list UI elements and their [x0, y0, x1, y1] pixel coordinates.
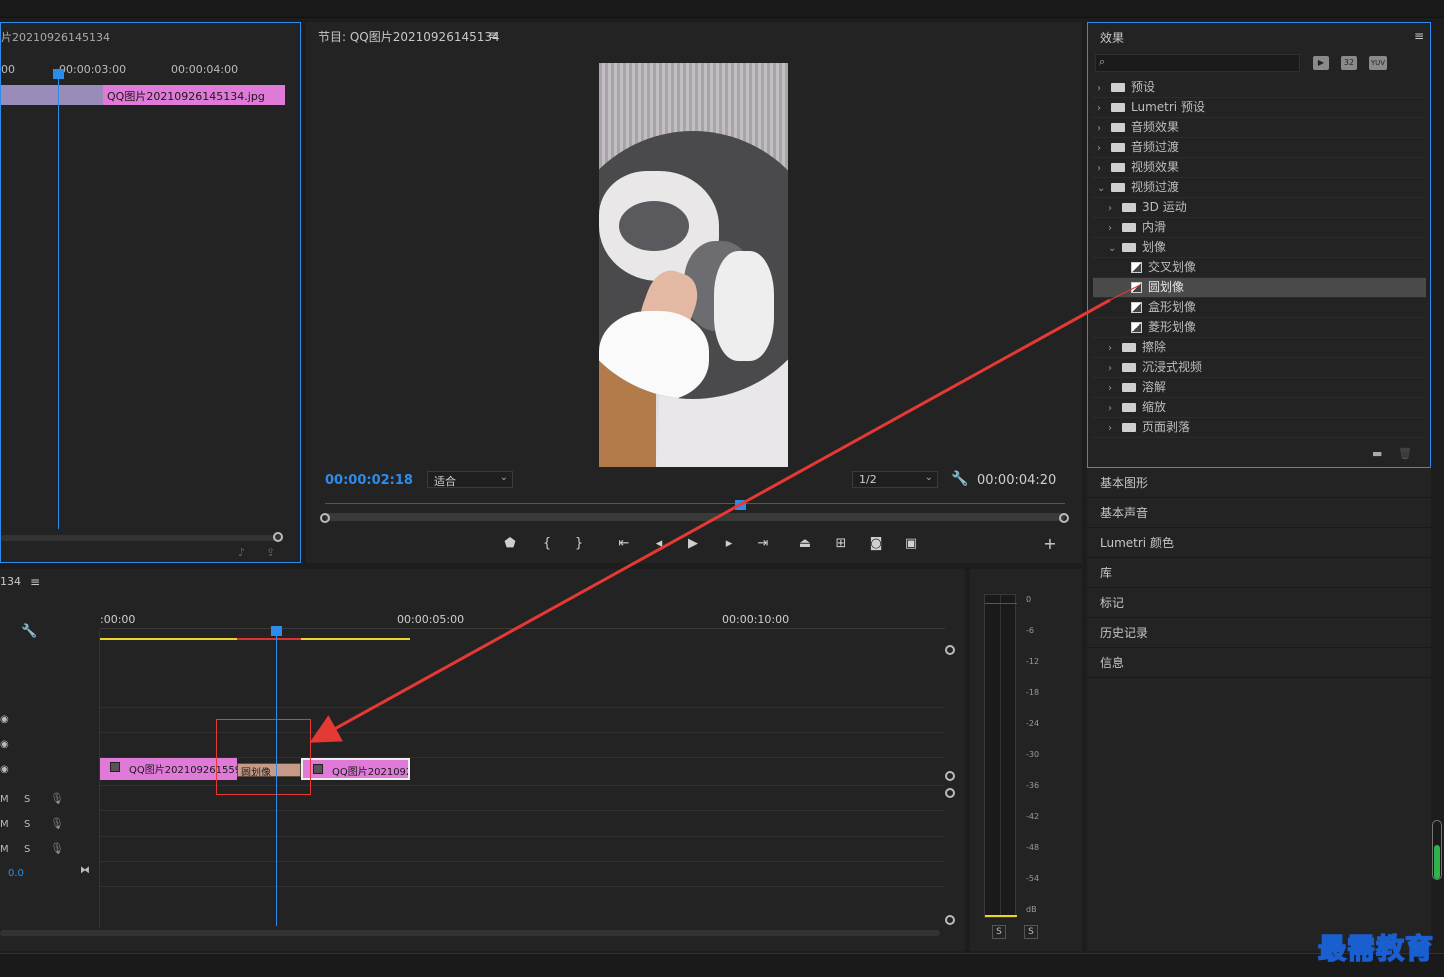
watermark-logo: 最需教育	[1317, 931, 1435, 966]
annotation-arrow	[309, 284, 1141, 743]
